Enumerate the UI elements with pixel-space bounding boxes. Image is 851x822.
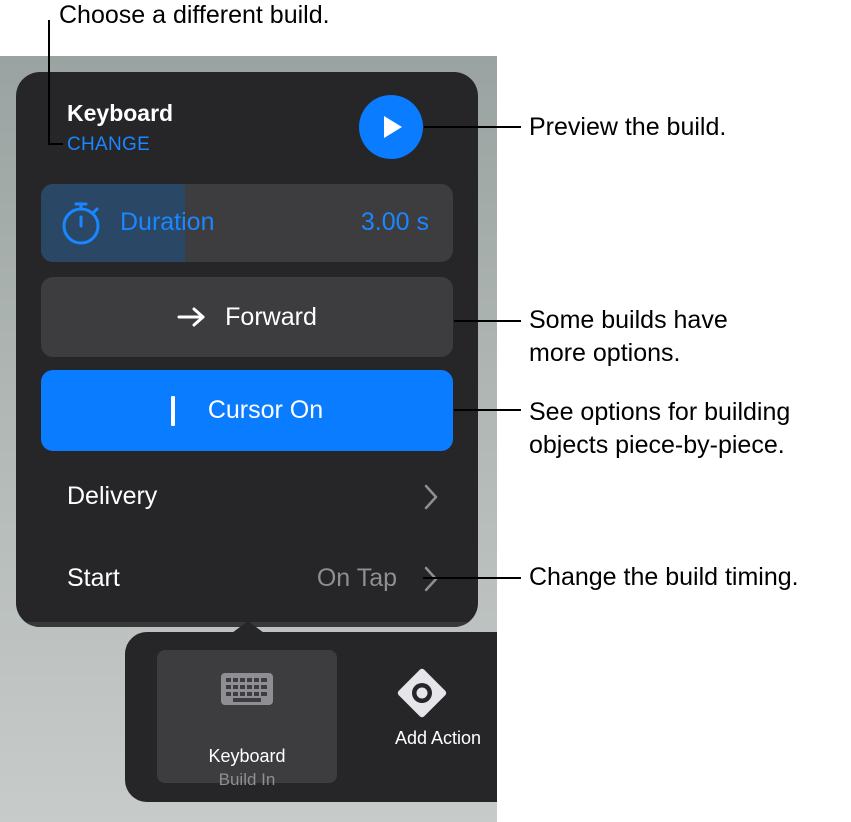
duration-value: 3.00 s [360,208,429,236]
chevron-right-icon [424,566,438,592]
build-popover: Keyboard CHANGE Duration 3.00 s Forward … [16,72,478,627]
callout-line-timing [423,577,521,579]
timer-icon [62,202,100,245]
direction-button[interactable]: Forward [41,277,453,357]
start-row[interactable]: Start On Tap [67,560,439,600]
cursor-icon [170,395,175,426]
build-title: Keyboard [67,100,174,126]
callout-piece-line1: See options for building [529,398,791,426]
callout-line-options [454,320,521,322]
cursor-label: Cursor On [207,396,324,424]
arrow-right-icon [177,306,207,328]
callout-timing: Change the build timing. [529,563,799,591]
callout-line-change-horizontal [48,143,63,145]
chevron-right-icon [424,484,438,510]
keyboard-build-tile[interactable]: Keyboard Build In [157,650,337,789]
add-action-label: Add Action [395,728,482,748]
start-value: On Tap [316,564,397,592]
callout-piece-line2: objects piece-by-piece. [529,431,785,459]
delivery-row[interactable]: Delivery [67,478,439,518]
change-build-link[interactable]: CHANGE [67,134,150,156]
duration-slider[interactable]: Duration 3.00 s [41,184,453,262]
duration-label: Duration [120,208,215,236]
cursor-toggle-button[interactable]: Cursor On [41,370,453,451]
callout-preview: Preview the build. [529,113,727,141]
callout-options-line1: Some builds have [529,306,728,334]
callout-line-change-vertical [48,20,50,144]
play-icon [384,116,402,138]
add-action-icon[interactable] [395,666,449,720]
keyboard-tile-label: Keyboard [208,746,286,766]
callout-change: Choose a different build. [59,1,330,29]
keyboard-tile-sublabel: Build In [218,770,276,789]
direction-label: Forward [225,302,317,331]
delivery-label: Delivery [67,482,158,510]
start-label: Start [67,564,120,592]
callout-line-piece [454,409,521,411]
preview-button[interactable] [359,95,423,159]
keyboard-icon [221,673,273,705]
callout-options-line2: more options. [529,339,681,367]
callout-line-preview [424,126,521,128]
build-tray: Keyboard Build In Add Action [125,632,497,802]
